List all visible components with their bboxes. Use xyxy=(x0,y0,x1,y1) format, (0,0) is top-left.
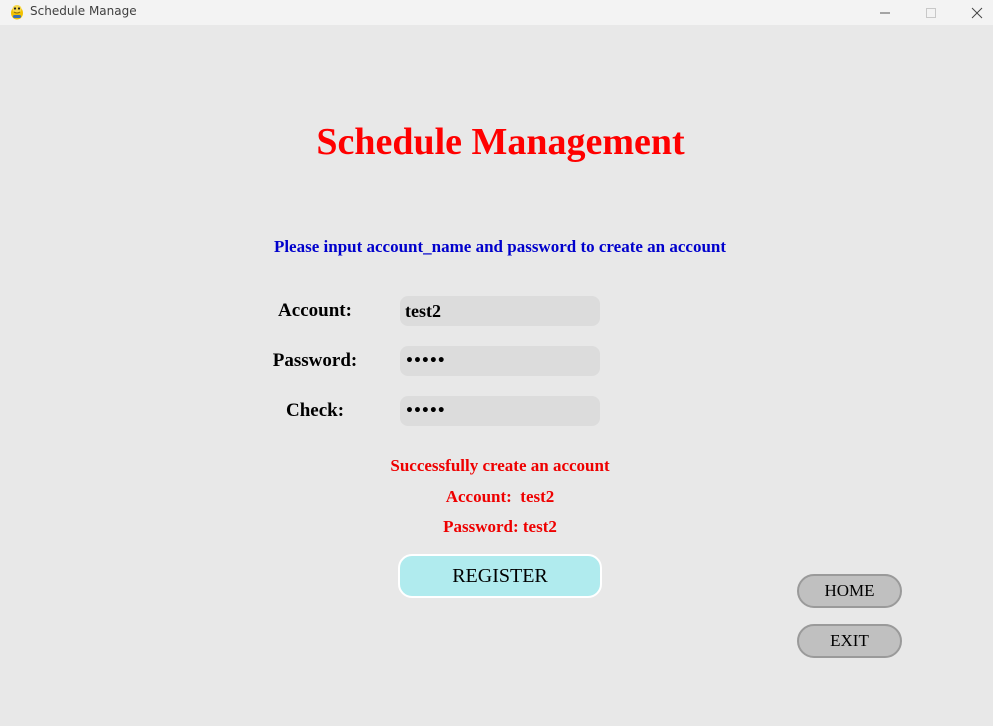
home-button[interactable]: HOME xyxy=(797,574,902,608)
created-account-text: Account: test2 xyxy=(445,487,555,506)
maximize-button[interactable] xyxy=(908,0,954,25)
account-label: Account: xyxy=(278,300,352,321)
check-password-input[interactable] xyxy=(400,396,600,426)
title-bar: Schedule Manage xyxy=(0,0,993,25)
python-snake-icon xyxy=(11,5,23,20)
close-button[interactable] xyxy=(954,0,993,25)
close-icon xyxy=(971,7,983,18)
app-window: Schedule Manage Schedule Management Plea… xyxy=(0,0,993,726)
register-button[interactable]: REGISTER xyxy=(398,554,602,598)
created-password-text: Password: test2 xyxy=(443,517,557,536)
maximize-icon xyxy=(926,7,936,18)
minimize-button[interactable] xyxy=(862,0,908,25)
password-label: Password: xyxy=(272,350,358,371)
check-label: Check: xyxy=(285,400,345,421)
account-input[interactable] xyxy=(400,296,600,326)
minimize-icon xyxy=(880,12,890,13)
window-title: Schedule Manage xyxy=(30,4,137,18)
page-title: Schedule Management xyxy=(316,121,685,163)
password-input[interactable] xyxy=(400,346,600,376)
exit-button[interactable]: EXIT xyxy=(797,624,902,658)
instruction-text: Please input account_name and password t… xyxy=(273,237,727,256)
success-message: Successfully create an account xyxy=(390,456,610,475)
